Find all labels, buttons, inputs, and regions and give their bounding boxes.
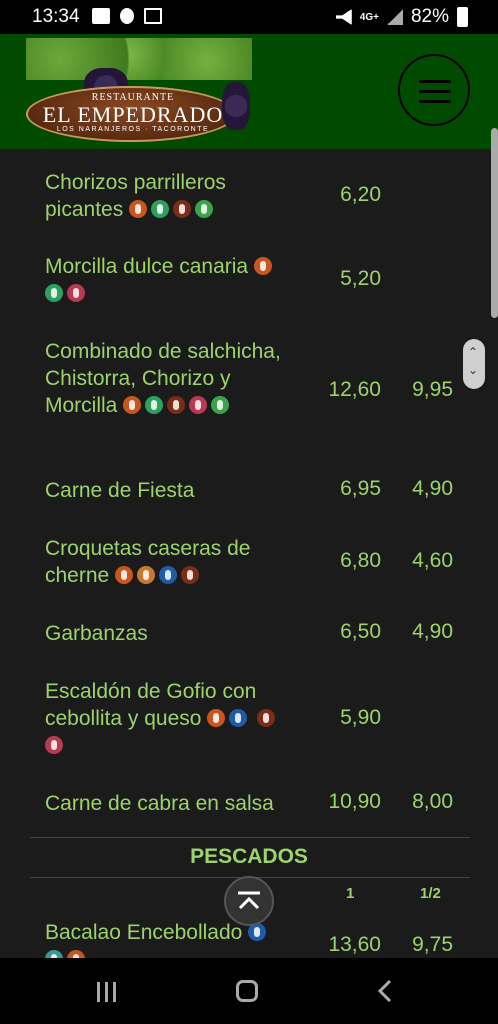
hamburger-menu-button[interactable] — [398, 54, 470, 126]
grapes-icon — [222, 82, 250, 130]
system-nav-bar — [0, 958, 498, 1024]
chevron-up-icon: ⌃ — [468, 345, 479, 359]
garlic-allergen-icon — [189, 396, 208, 414]
milk-allergen-icon — [173, 200, 192, 218]
scrollbar-thumb[interactable] — [491, 128, 498, 318]
item-name: Garbanzas — [45, 622, 148, 645]
egg-allergen-icon — [137, 566, 156, 584]
gluten-allergen-icon — [115, 566, 134, 584]
sulphites-allergen-icon — [45, 284, 63, 302]
scroll-to-top-button[interactable] — [224, 876, 274, 926]
gluten-allergen-icon — [207, 709, 226, 727]
status-bar: 13:34 4G+ 82% — [0, 0, 498, 34]
chevron-down-icon: ⌄ — [468, 363, 479, 377]
price-full: 5,90 — [340, 706, 381, 729]
price-half: 4,90 — [412, 477, 453, 500]
price-full: 6,95 — [340, 477, 381, 500]
recent-apps-button[interactable] — [97, 982, 119, 1002]
gallery-icon — [92, 8, 110, 24]
price-half: 4,90 — [412, 620, 453, 643]
milk-allergen-icon — [257, 709, 276, 727]
gluten-allergen-icon — [123, 396, 142, 414]
item-name: Morcilla dulce canaria — [45, 255, 249, 278]
sulphites-allergen-icon — [151, 200, 170, 218]
divider — [30, 837, 470, 838]
price-half: 9,95 — [412, 378, 453, 401]
logo-location: LOS NARANJEROS · TACORONTE — [56, 126, 210, 133]
milk-allergen-icon — [167, 396, 186, 414]
fish-allergen-icon — [159, 566, 178, 584]
grapevine-decoration — [26, 38, 252, 80]
item-name: Carne de cabra en salsa — [45, 792, 274, 815]
home-button[interactable] — [236, 980, 258, 1002]
section-title-pescados: PESCADOS — [190, 845, 308, 868]
fish-allergen-icon — [229, 709, 248, 727]
celery-allergen-icon — [211, 396, 230, 414]
gluten-allergen-icon — [253, 257, 272, 275]
item-name: Bacalao Encebollado — [45, 921, 243, 944]
mute-icon — [335, 9, 352, 25]
price-full: 5,20 — [340, 267, 381, 290]
hamburger-menu-icon — [419, 80, 451, 83]
column-header-half: 1/2 — [420, 885, 441, 902]
price-full: 12,60 — [328, 378, 381, 401]
celery-allergen-icon — [195, 200, 214, 218]
signal-icon — [386, 9, 403, 25]
item-name: Carne de Fiesta — [45, 479, 195, 502]
network-type: 4G+ — [359, 11, 379, 23]
price-full: 10,90 — [328, 790, 381, 813]
price-half: 4,60 — [412, 549, 453, 572]
battery-icon — [457, 7, 468, 27]
garlic-allergen-icon — [45, 736, 63, 754]
item-name: Escaldón de Gofio con cebollita y queso — [45, 680, 257, 730]
price-half: 9,75 — [412, 933, 453, 956]
gluten-allergen-icon — [129, 200, 148, 218]
logo-name: EL EMPEDRADO — [42, 102, 224, 127]
milk-allergen-icon — [181, 566, 200, 584]
price-full: 6,50 — [340, 620, 381, 643]
price-full: 13,60 — [328, 933, 381, 956]
back-button[interactable] — [378, 980, 392, 1002]
garlic-allergen-icon — [67, 284, 85, 302]
battery-percent: 82% — [410, 6, 449, 27]
price-half: 8,00 — [412, 790, 453, 813]
sulphites-allergen-icon — [145, 396, 164, 414]
status-time: 13:34 — [32, 6, 80, 27]
logo-oval: RESTAURANTE EL EMPEDRADO LOS NARANJEROS … — [26, 86, 236, 142]
column-header-full: 1 — [346, 885, 355, 902]
price-full: 6,80 — [340, 549, 381, 572]
gmail-icon — [144, 8, 162, 24]
price-full: 6,20 — [340, 183, 381, 206]
restaurant-logo[interactable]: RESTAURANTE EL EMPEDRADO LOS NARANJEROS … — [26, 38, 252, 142]
location-icon — [120, 8, 134, 24]
fast-scroll-handle[interactable]: ⌃ ⌄ — [463, 339, 485, 389]
chevron-up-icon — [238, 891, 260, 910]
